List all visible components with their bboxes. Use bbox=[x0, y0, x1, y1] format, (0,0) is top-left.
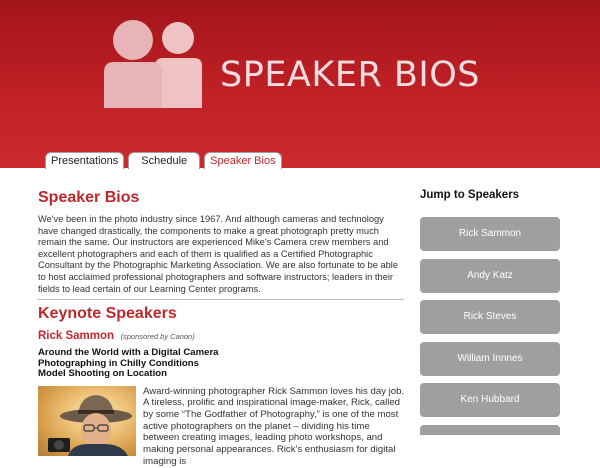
speaker-bio-block: Award-winning photographer Rick Sammon l… bbox=[38, 385, 405, 467]
jump-rick-sammon-button[interactable]: Rick Sammon bbox=[420, 217, 560, 251]
speaker-bio: Award-winning photographer Rick Sammon l… bbox=[143, 385, 405, 467]
tab-speaker-bios[interactable]: Speaker Bios bbox=[204, 152, 282, 169]
jump-rick-steves-button[interactable]: Rick Steves bbox=[420, 300, 560, 334]
jump-ken-hubbard-button[interactable]: Ken Hubbard bbox=[420, 383, 560, 417]
divider bbox=[38, 299, 404, 301]
intro-paragraph: We've been in the photo industry since 1… bbox=[38, 214, 399, 294]
page-title: Speaker Bios bbox=[38, 189, 140, 206]
main-content: Speaker Bios We've been in the photo ind… bbox=[38, 188, 405, 467]
speaker-photo bbox=[38, 385, 136, 456]
speaker-name: Rick Sammon bbox=[38, 330, 115, 343]
people-icon bbox=[104, 20, 202, 108]
speaker-sponsor: (sponsored by Canon) bbox=[120, 332, 195, 342]
jump-william-innnes-button[interactable]: William Innnes bbox=[420, 341, 560, 376]
tab-presentations[interactable]: Presentations bbox=[45, 152, 125, 169]
jump-title: Jump to Speakers bbox=[420, 189, 520, 201]
jump-andy-katz-button[interactable]: Andy Katz bbox=[420, 258, 560, 293]
jump-next-button[interactable] bbox=[420, 424, 560, 435]
speaker-photo-figure bbox=[48, 394, 132, 456]
keynote-title: Keynote Speakers bbox=[38, 305, 177, 323]
tab-schedule[interactable]: Schedule bbox=[128, 152, 201, 169]
tab-bar: Presentations Schedule Speaker Bios bbox=[45, 152, 282, 169]
page-header: SPEAKER BIOS bbox=[0, 0, 600, 168]
header-title: SPEAKER BIOS bbox=[220, 55, 480, 95]
talk-title: Model Shooting on Location bbox=[38, 368, 167, 380]
speaker-heading: Rick Sammon (sponsored by Canon) bbox=[38, 328, 404, 344]
sidebar: Jump to Speakers Rick Sammon Andy Katz R… bbox=[420, 188, 562, 435]
